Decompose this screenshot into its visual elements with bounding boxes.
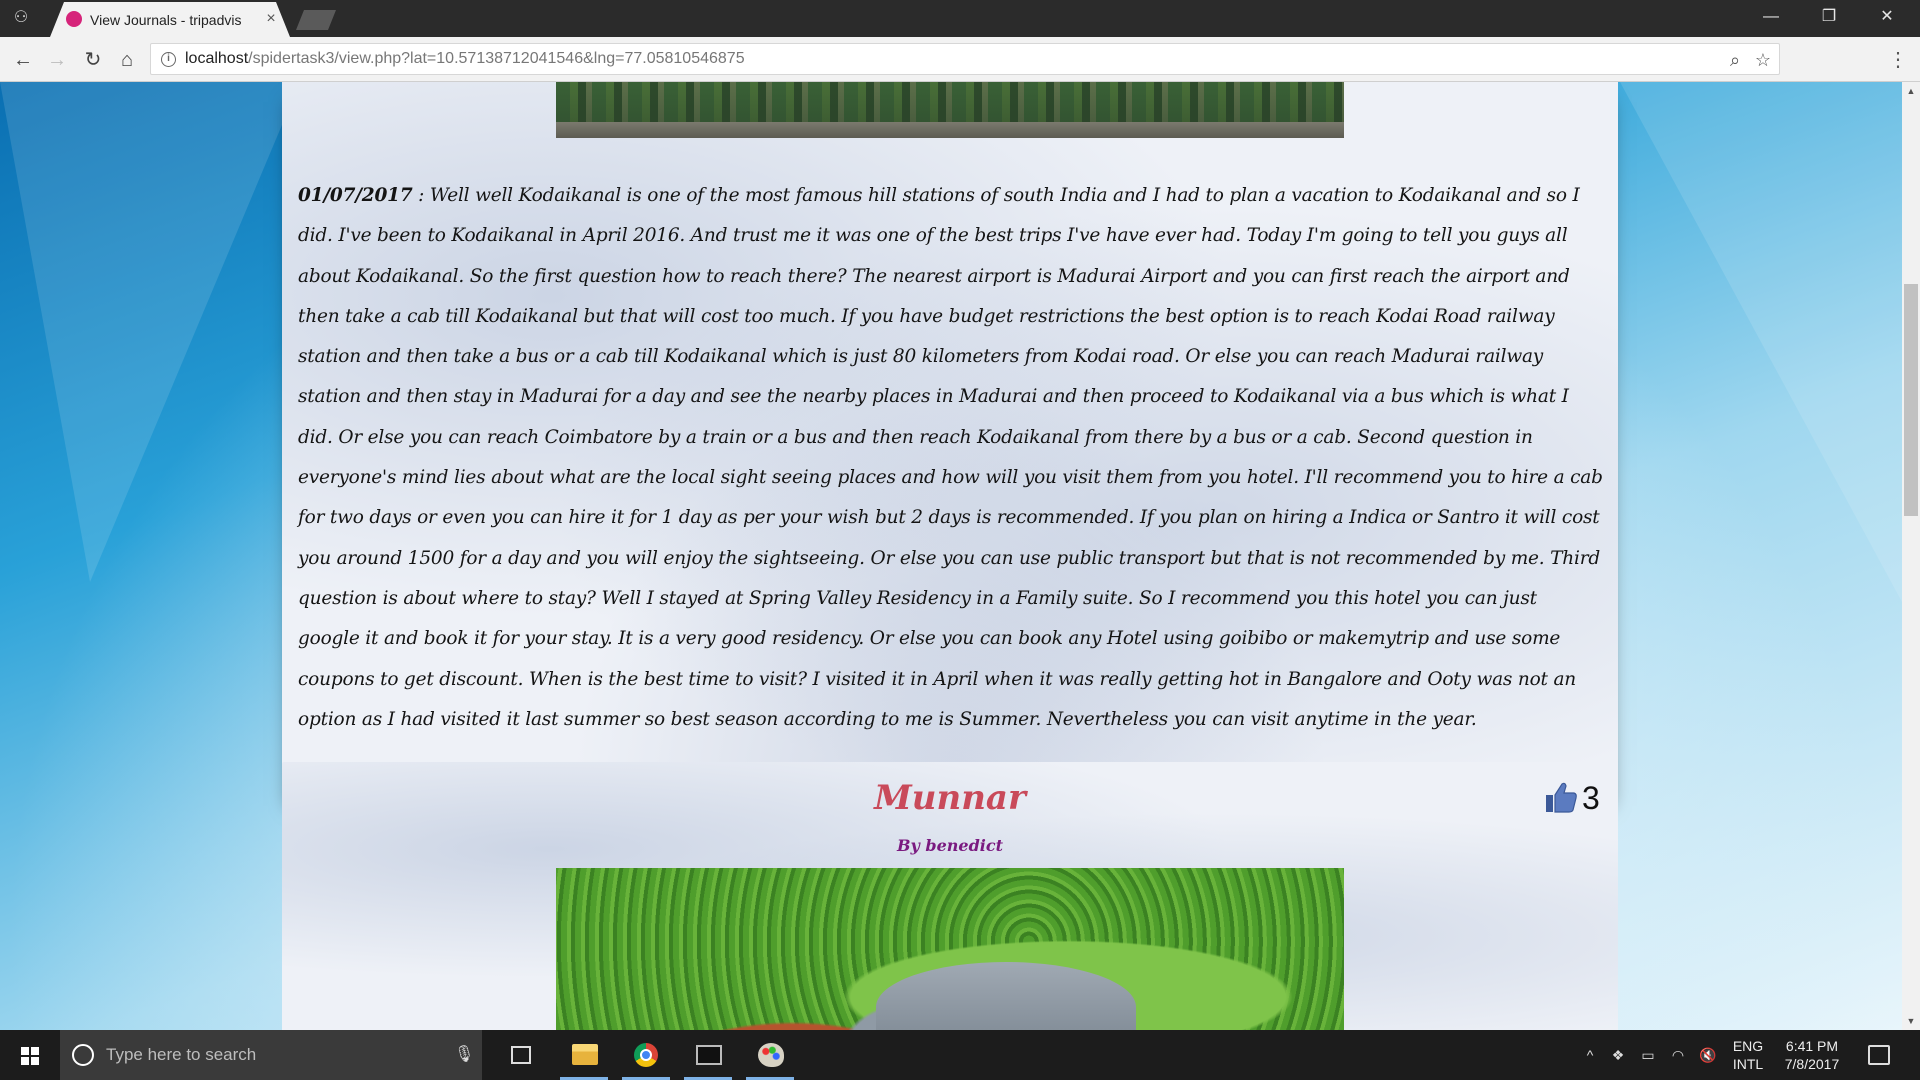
task-view-button[interactable]: [492, 1030, 548, 1080]
tab-view-journals[interactable]: View Journals - tripadvis ×: [50, 2, 290, 37]
entry-text: : Well well Kodaikanal is one of the mos…: [298, 185, 1603, 730]
home-button[interactable]: ⌂: [114, 47, 140, 73]
lang-layout: INTL: [1732, 1056, 1764, 1072]
favicon-icon: [66, 11, 82, 27]
info-icon[interactable]: i: [161, 52, 176, 67]
tab-strip: ⚇ View Journals - tripadvis × — ❐ ✕: [0, 0, 1920, 37]
close-window-button[interactable]: ✕: [1864, 4, 1910, 30]
incognito-icon: ⚇: [13, 9, 29, 26]
scroll-up-arrow-icon[interactable]: ▲: [1902, 82, 1920, 100]
chrome-icon: [634, 1043, 658, 1067]
command-prompt-button[interactable]: [680, 1030, 736, 1080]
scroll-thumb[interactable]: [1904, 284, 1918, 516]
journal-card-munnar: Munnar By benedict 3: [282, 762, 1618, 1030]
command-prompt-icon: [696, 1045, 722, 1065]
input-language[interactable]: ENG INTL: [1730, 1037, 1766, 1073]
photo-road: [876, 962, 1136, 1030]
lang-code: ENG: [1732, 1038, 1764, 1054]
paint-icon: [758, 1043, 784, 1067]
dropbox-icon[interactable]: ❖: [1608, 1045, 1628, 1065]
paint-button[interactable]: [742, 1030, 798, 1080]
restore-button[interactable]: ❐: [1806, 4, 1852, 30]
bookmark-star-icon[interactable]: ☆: [1751, 48, 1775, 72]
new-tab-button[interactable]: [296, 10, 336, 30]
forward-button[interactable]: →: [44, 47, 70, 73]
task-view-icon: [511, 1046, 531, 1064]
url-path: /spidertask3/view.php?lat=10.57138712041…: [248, 50, 745, 67]
journal-author: By benedict: [897, 836, 1003, 855]
like-count: 3: [1582, 780, 1600, 816]
journal-body: 01/07/2017 : Well well Kodaikanal is one…: [298, 176, 1604, 740]
show-hidden-icons-chevron-icon[interactable]: ^: [1580, 1045, 1600, 1065]
microphone-icon[interactable]: 🎙: [454, 1043, 474, 1067]
file-explorer-button[interactable]: [556, 1030, 612, 1080]
journal-title[interactable]: Munnar: [282, 778, 1618, 818]
journal-photo: [556, 868, 1344, 1030]
zoom-icon[interactable]: ⌕: [1723, 48, 1747, 72]
back-button[interactable]: ←: [10, 47, 36, 73]
url-host: localhost: [185, 50, 249, 67]
taskbar-search[interactable]: Type here to search 🎙: [60, 1030, 482, 1080]
windows-taskbar: Type here to search 🎙 ^ ❖ ▭ ◠ 🔇 ENG INTL …: [0, 1030, 1920, 1080]
page-viewport: 01/07/2017 : Well well Kodaikanal is one…: [0, 82, 1902, 1030]
browser-toolbar: ← → ↻ ⌂ i localhost/spidertask3/view.php…: [0, 37, 1920, 82]
clock-time: 6:41 PM: [1785, 1038, 1839, 1054]
background-facet: [0, 82, 300, 582]
volume-muted-icon[interactable]: 🔇: [1698, 1045, 1718, 1065]
search-placeholder: Type here to search: [106, 1045, 257, 1064]
start-button[interactable]: [0, 1030, 60, 1080]
journal-card-kodaikanal: 01/07/2017 : Well well Kodaikanal is one…: [282, 82, 1618, 800]
address-bar[interactable]: i localhost/spidertask3/view.php?lat=10.…: [150, 43, 1780, 75]
clock-date: 7/8/2017: [1784, 1056, 1840, 1072]
menu-icon[interactable]: ⋮: [1888, 47, 1908, 73]
cortana-icon: [72, 1044, 94, 1066]
scroll-down-arrow-icon[interactable]: ▼: [1902, 1012, 1920, 1030]
background-facet: [1620, 82, 1902, 602]
vertical-scrollbar[interactable]: ▲ ▼: [1902, 82, 1920, 1030]
minimize-button[interactable]: —: [1748, 4, 1794, 30]
tab-close-icon[interactable]: ×: [262, 10, 280, 28]
file-explorer-icon: [572, 1044, 598, 1065]
action-center-icon[interactable]: [1868, 1045, 1890, 1065]
thumbs-up-icon[interactable]: [1544, 780, 1578, 814]
entry-date: 01/07/2017: [298, 185, 413, 206]
reload-button[interactable]: ↻: [80, 47, 106, 73]
url-text[interactable]: localhost/spidertask3/view.php?lat=10.57…: [185, 50, 745, 68]
battery-icon[interactable]: ▭: [1638, 1045, 1658, 1065]
photo-wall: [556, 122, 1344, 138]
wifi-icon[interactable]: ◠: [1668, 1045, 1688, 1065]
system-clock[interactable]: 6:41 PM 7/8/2017: [1772, 1037, 1852, 1073]
journal-photo: [556, 82, 1344, 138]
tab-title: View Journals - tripadvis: [90, 12, 242, 28]
chrome-button[interactable]: [618, 1030, 674, 1080]
windows-logo-icon: [21, 1047, 39, 1065]
